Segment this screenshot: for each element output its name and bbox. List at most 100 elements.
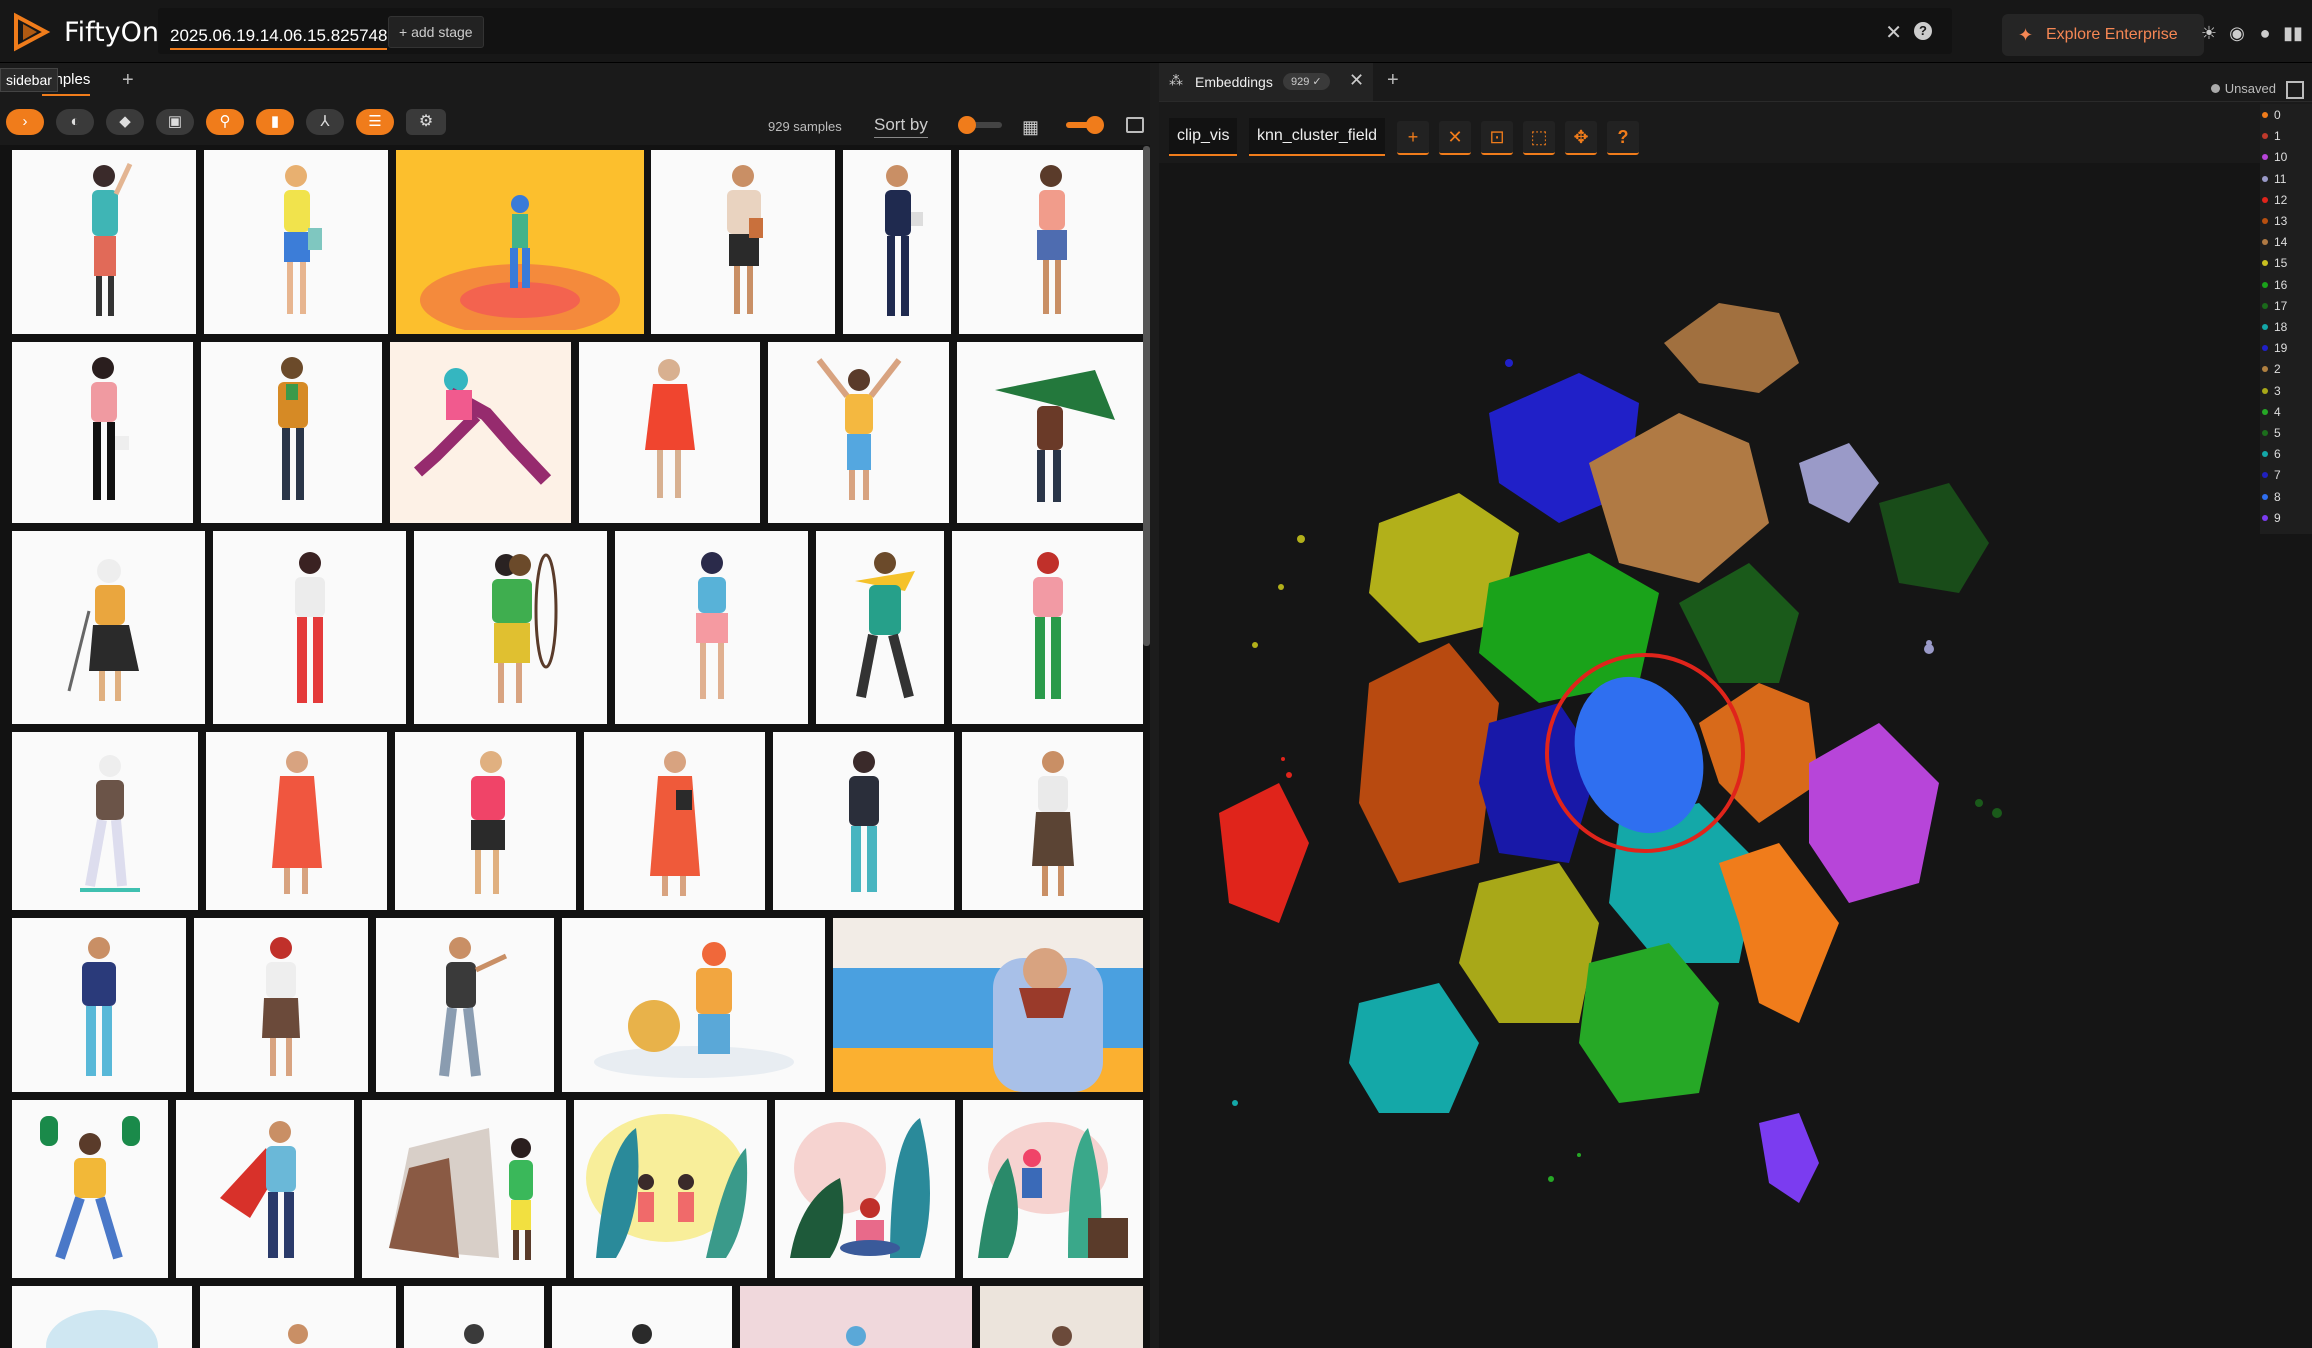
sample-thumbnail[interactable]: [200, 1286, 396, 1348]
sample-thumbnail[interactable]: [12, 918, 186, 1092]
sample-thumbnail[interactable]: [952, 531, 1143, 724]
close-icon[interactable]: ✕: [1349, 70, 1364, 91]
tab-embeddings[interactable]: ⁂ Embeddings 929 ✓ ✕: [1159, 63, 1373, 101]
zoom-slider-small[interactable]: [958, 116, 1002, 134]
legend-item[interactable]: 2: [2262, 362, 2281, 376]
plus-icon[interactable]: +: [1397, 121, 1429, 155]
view-bar[interactable]: 2025.06.19.14.06.15.825748 + add stage ✕…: [158, 8, 1952, 54]
tag-icon[interactable]: ◆: [106, 109, 144, 135]
legend-item[interactable]: 18: [2262, 320, 2287, 334]
sample-thumbnail[interactable]: [651, 150, 835, 334]
grid-scrollbar[interactable]: [1143, 146, 1150, 646]
settings-icon[interactable]: ⚙: [406, 109, 446, 135]
sample-thumbnail[interactable]: [201, 342, 382, 523]
fit-icon[interactable]: ⊡: [1481, 121, 1513, 155]
sample-thumbnail[interactable]: [816, 531, 944, 724]
book-icon[interactable]: ▮▮: [2282, 22, 2304, 44]
plus-icon[interactable]: +: [122, 69, 134, 92]
sample-thumbnail[interactable]: [833, 918, 1143, 1092]
legend-item[interactable]: 10: [2262, 150, 2287, 164]
sample-thumbnail[interactable]: [206, 732, 387, 910]
embeddings-scatter-plot[interactable]: [1159, 163, 2312, 1348]
github-icon[interactable]: ●: [2254, 22, 2276, 44]
sample-thumbnail[interactable]: [768, 342, 949, 523]
legend-item[interactable]: 11: [2262, 172, 2286, 186]
legend-item[interactable]: 6: [2262, 447, 2281, 461]
sample-thumbnail[interactable]: [843, 150, 951, 334]
discord-icon[interactable]: ◉: [2226, 22, 2248, 44]
sample-thumbnail[interactable]: [773, 732, 954, 910]
legend-item[interactable]: 12: [2262, 193, 2287, 207]
brain-key-select[interactable]: clip_vis: [1169, 118, 1238, 156]
legend-item[interactable]: 14: [2262, 235, 2287, 249]
sample-thumbnail[interactable]: [194, 918, 368, 1092]
logo-icon[interactable]: [10, 10, 54, 54]
sample-thumbnail[interactable]: [552, 1286, 732, 1348]
slider-knob[interactable]: [958, 116, 976, 134]
add-stage-button[interactable]: + add stage: [388, 16, 484, 48]
legend-item[interactable]: 4: [2262, 405, 2281, 419]
sample-thumbnail[interactable]: [963, 1100, 1143, 1278]
legend-item[interactable]: 1: [2262, 129, 2281, 143]
sample-thumbnail[interactable]: [12, 342, 193, 523]
sample-thumbnail[interactable]: [980, 1286, 1143, 1348]
plus-icon[interactable]: +: [1387, 69, 1399, 92]
legend-item[interactable]: 0: [2262, 108, 2281, 122]
help-icon[interactable]: ?: [1607, 121, 1639, 155]
sample-thumbnail[interactable]: [395, 732, 576, 910]
sample-thumbnail[interactable]: [176, 1100, 354, 1278]
sample-thumbnail[interactable]: [414, 531, 607, 724]
merge-icon[interactable]: ⅄: [306, 109, 344, 135]
sample-thumbnail[interactable]: [12, 732, 198, 910]
legend-item[interactable]: 19: [2262, 341, 2287, 355]
sample-thumbnail[interactable]: [615, 531, 808, 724]
legend-item[interactable]: 7: [2262, 468, 2281, 482]
sample-thumbnail[interactable]: [404, 1286, 544, 1348]
grid-icon[interactable]: ▦: [1022, 117, 1039, 138]
sample-thumbnail[interactable]: [396, 150, 644, 334]
list-icon[interactable]: ☰: [356, 109, 394, 135]
sample-thumbnail[interactable]: [213, 531, 406, 724]
sort-by-dropdown[interactable]: Sort by: [874, 115, 928, 138]
sample-thumbnail[interactable]: [962, 732, 1143, 910]
legend-item[interactable]: 15: [2262, 256, 2287, 270]
legend-item[interactable]: 16: [2262, 278, 2287, 292]
sample-thumbnail[interactable]: [390, 342, 571, 523]
sample-thumbnail[interactable]: [204, 150, 388, 334]
patch-icon[interactable]: ▣: [156, 109, 194, 135]
legend-item[interactable]: 3: [2262, 384, 2281, 398]
sample-thumbnail[interactable]: [12, 150, 196, 334]
search-icon[interactable]: ⚲: [206, 109, 244, 135]
sample-thumbnail[interactable]: [574, 1100, 767, 1278]
bookmark-icon[interactable]: ▮: [256, 109, 294, 135]
legend-item[interactable]: 17: [2262, 299, 2287, 313]
sample-thumbnail[interactable]: [957, 342, 1143, 523]
sample-thumbnail[interactable]: [775, 1100, 955, 1278]
lasso-icon[interactable]: ⬚: [1523, 121, 1555, 155]
legend-item[interactable]: 8: [2262, 490, 2281, 504]
dataset-selector[interactable]: 2025.06.19.14.06.15.825748: [170, 26, 388, 50]
grid-size-slider[interactable]: [1066, 116, 1104, 134]
sample-thumbnail[interactable]: [740, 1286, 972, 1348]
layout-icon[interactable]: [2286, 81, 2304, 99]
legend-item[interactable]: 5: [2262, 426, 2281, 440]
close-icon[interactable]: ✕: [1885, 20, 1902, 45]
sample-thumbnail[interactable]: [362, 1100, 566, 1278]
sample-thumbnail[interactable]: [579, 342, 760, 523]
close-icon[interactable]: ✕: [1439, 121, 1471, 155]
sample-thumbnail[interactable]: [959, 150, 1143, 334]
sun-icon[interactable]: ☀: [2198, 22, 2220, 44]
sample-thumbnail[interactable]: [562, 918, 825, 1092]
slider-knob[interactable]: [1086, 116, 1104, 134]
color-by-select[interactable]: knn_cluster_field: [1249, 118, 1386, 156]
panel-divider[interactable]: [1150, 63, 1159, 1348]
palette-icon[interactable]: ◐: [56, 109, 94, 135]
sample-thumbnail[interactable]: [12, 1286, 192, 1348]
chevron-right-icon[interactable]: ›: [6, 109, 44, 135]
help-icon[interactable]: ?: [1914, 22, 1932, 40]
sample-thumbnail[interactable]: [12, 1100, 168, 1278]
move-icon[interactable]: ✥: [1565, 121, 1597, 155]
legend-item[interactable]: 9: [2262, 511, 2281, 525]
legend-item[interactable]: 13: [2262, 214, 2287, 228]
sample-thumbnail[interactable]: [376, 918, 554, 1092]
